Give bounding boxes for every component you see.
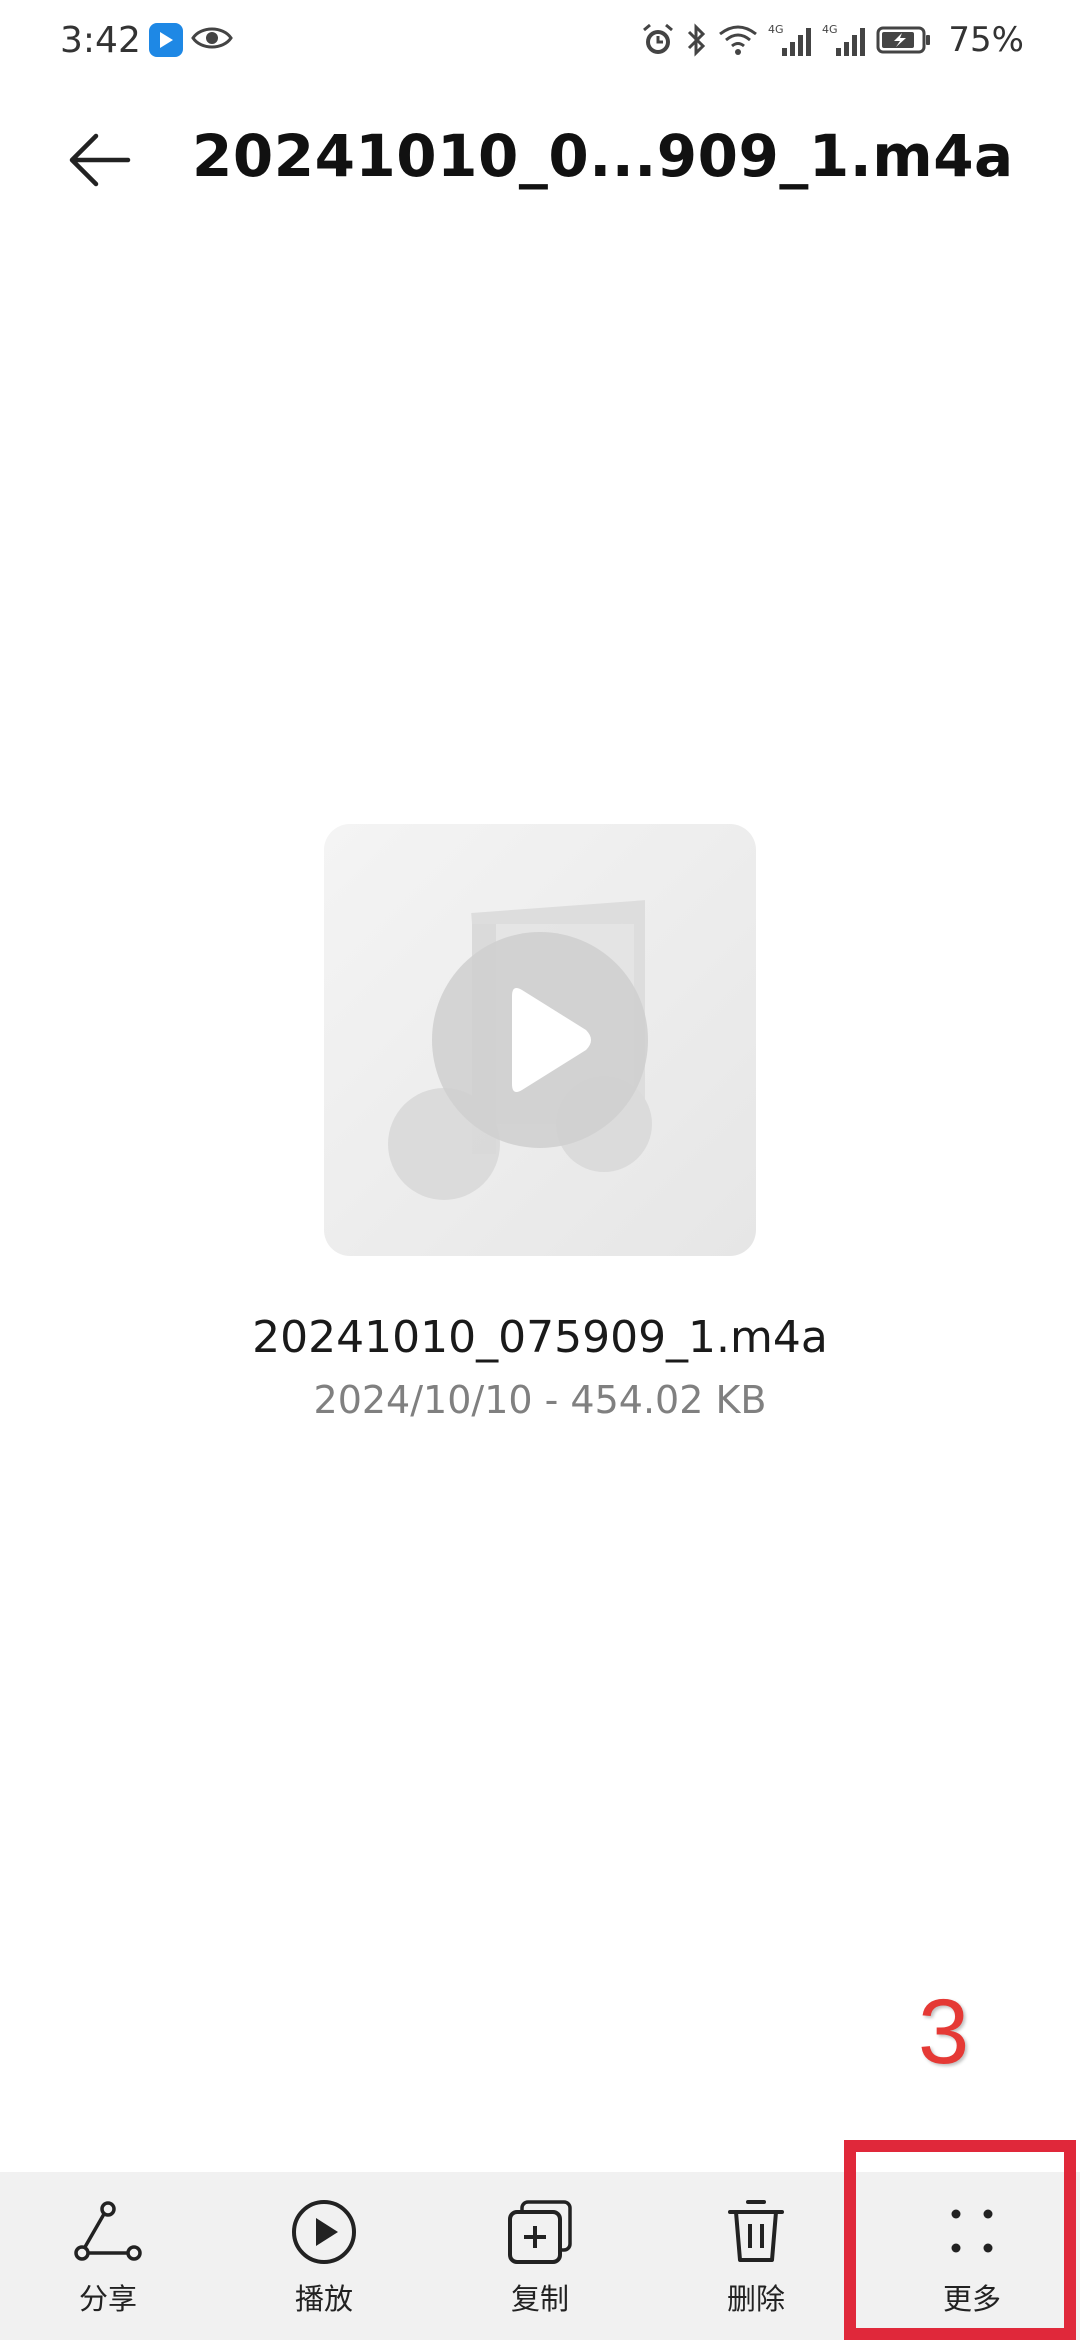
copy-button[interactable]: 复制 bbox=[432, 2172, 648, 2340]
share-button[interactable]: 分享 bbox=[0, 2172, 216, 2340]
eye-icon bbox=[191, 23, 233, 57]
play-circle-icon bbox=[432, 932, 648, 1148]
bottom-action-bar: 分享 播放 复制 删除 更多 bbox=[0, 2172, 1080, 2340]
delete-label: 删除 bbox=[726, 2282, 785, 2316]
alarm-icon bbox=[640, 22, 676, 58]
play-label: 播放 bbox=[294, 2282, 353, 2316]
status-time: 3:42 bbox=[60, 19, 141, 61]
wifi-icon bbox=[718, 24, 758, 56]
play-button[interactable]: 播放 bbox=[216, 2172, 432, 2340]
battery-icon bbox=[876, 25, 932, 55]
status-bar: 3:42 4G 4G 75% bbox=[0, 0, 1080, 80]
signal-label-1: 4G bbox=[768, 23, 784, 36]
copy-label: 复制 bbox=[510, 2282, 569, 2316]
back-button[interactable] bbox=[60, 120, 140, 200]
signal-label-2: 4G bbox=[822, 23, 838, 36]
audio-thumbnail-play[interactable] bbox=[324, 824, 756, 1256]
app-notification-icon bbox=[148, 23, 183, 57]
status-right: 4G 4G 75% bbox=[640, 20, 1024, 60]
share-icon bbox=[72, 2196, 144, 2268]
cellular-signal-1-icon: 4G bbox=[768, 22, 812, 58]
file-meta: 2024/10/10 - 454.02 KB bbox=[313, 1378, 767, 1422]
delete-icon bbox=[720, 2196, 792, 2268]
status-left: 3:42 bbox=[60, 20, 233, 61]
copy-icon bbox=[504, 2196, 576, 2268]
file-name: 20241010_075909_1.m4a bbox=[252, 1312, 828, 1363]
back-arrow-icon bbox=[69, 133, 131, 187]
page-title: 20241010_0...909_1.m4a bbox=[192, 122, 1014, 190]
more-icon bbox=[936, 2196, 1008, 2268]
share-label: 分享 bbox=[78, 2282, 137, 2316]
battery-percentage: 75% bbox=[948, 20, 1024, 60]
delete-button[interactable]: 删除 bbox=[648, 2172, 864, 2340]
top-app-bar: 20241010_0...909_1.m4a bbox=[0, 100, 1080, 220]
bluetooth-icon bbox=[686, 22, 708, 58]
more-label: 更多 bbox=[942, 2282, 1001, 2316]
annotation-step-number: 3 bbox=[918, 1981, 970, 2083]
cellular-signal-2-icon: 4G bbox=[822, 22, 866, 58]
play-icon bbox=[288, 2196, 360, 2268]
more-button[interactable]: 更多 bbox=[864, 2172, 1080, 2340]
